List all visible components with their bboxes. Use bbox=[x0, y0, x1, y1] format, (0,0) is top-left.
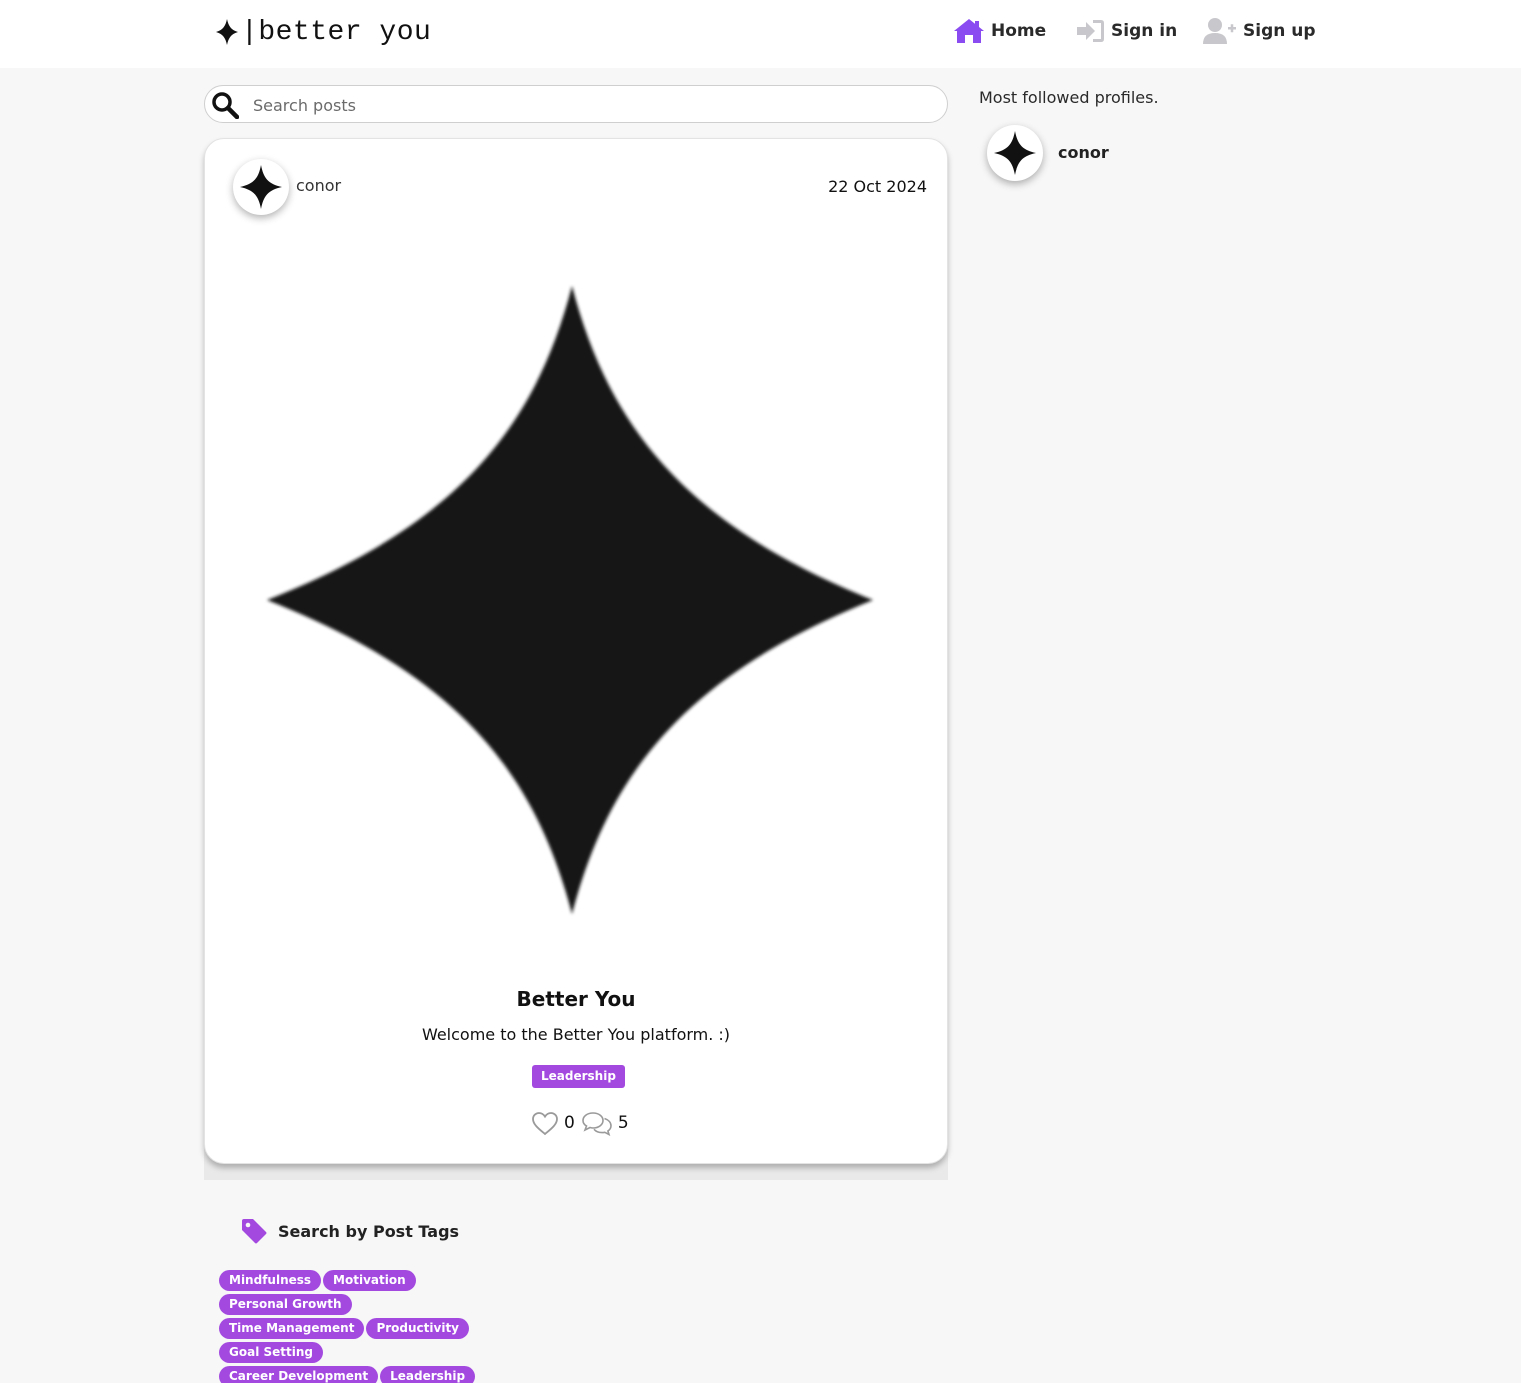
tag-pill[interactable]: Time Management bbox=[219, 1318, 365, 1339]
logo-text: better you bbox=[258, 16, 432, 48]
comments-icon[interactable] bbox=[581, 1110, 613, 1136]
tag-pill[interactable]: Career Development bbox=[219, 1366, 379, 1383]
tag-row: Goal Setting bbox=[219, 1342, 479, 1366]
post-tag-badge[interactable]: Leadership bbox=[532, 1065, 625, 1088]
brand-logo[interactable]: | better you bbox=[215, 14, 431, 50]
tags-heading-label: Search by Post Tags bbox=[278, 1221, 460, 1241]
search-bar bbox=[204, 85, 948, 123]
sparkle-icon bbox=[994, 131, 1036, 175]
search-input[interactable] bbox=[253, 92, 933, 118]
post-title: Better You bbox=[516, 987, 636, 1011]
tag-icon bbox=[242, 1219, 267, 1244]
search-icon[interactable] bbox=[211, 91, 239, 119]
tag-pill[interactable]: Personal Growth bbox=[219, 1294, 352, 1315]
nav-signin-label: Sign in bbox=[1111, 21, 1178, 41]
sign-in-icon bbox=[1077, 20, 1104, 42]
nav-home-label: Home bbox=[991, 21, 1047, 41]
comment-count: 5 bbox=[617, 1113, 629, 1133]
tag-pill[interactable]: Productivity bbox=[366, 1318, 469, 1339]
post-date: 22 Oct 2024 bbox=[828, 177, 927, 196]
tag-list: Mindfulness Motivation Personal Growth T… bbox=[219, 1270, 479, 1383]
top-navbar: | better you Home Sign in Sign up bbox=[0, 0, 1521, 68]
tag-row: Mindfulness Motivation bbox=[219, 1270, 479, 1294]
post-card[interactable]: conor 22 Oct 2024 Better You Welcome to … bbox=[204, 138, 948, 1164]
sparkle-icon bbox=[240, 165, 282, 209]
tag-pill[interactable]: Leadership bbox=[380, 1366, 476, 1383]
tag-row: Career Development Leadership bbox=[219, 1366, 479, 1383]
logo-divider: | bbox=[241, 16, 259, 48]
most-followed-heading: Most followed profiles. bbox=[979, 88, 1159, 107]
tag-pill[interactable]: Goal Setting bbox=[219, 1342, 323, 1363]
like-count: 0 bbox=[564, 1113, 575, 1133]
tag-pill[interactable]: Mindfulness bbox=[219, 1270, 322, 1291]
sparkle-icon bbox=[216, 19, 238, 45]
profile-name[interactable]: conor bbox=[1058, 143, 1109, 162]
post-body: Welcome to the Better You platform. :) bbox=[421, 1025, 731, 1044]
tag-row: Time Management Productivity bbox=[219, 1318, 479, 1342]
user-plus-icon bbox=[1203, 18, 1236, 44]
profile-avatar[interactable] bbox=[987, 125, 1043, 181]
post-author-avatar[interactable] bbox=[233, 159, 289, 215]
home-icon bbox=[954, 19, 984, 43]
heart-icon[interactable] bbox=[531, 1111, 559, 1136]
post-image[interactable] bbox=[263, 284, 877, 918]
post-stats: 0 5 bbox=[531, 1109, 635, 1137]
nav-signup-link[interactable]: Sign up bbox=[1203, 16, 1316, 46]
post-author-name[interactable]: conor bbox=[296, 176, 341, 195]
nav-signup-label: Sign up bbox=[1243, 21, 1316, 41]
tag-pill[interactable]: Motivation bbox=[323, 1270, 416, 1291]
tag-row: Personal Growth bbox=[219, 1294, 479, 1318]
nav-signin-link[interactable]: Sign in bbox=[1076, 16, 1177, 46]
tags-heading: Search by Post Tags bbox=[240, 1216, 459, 1246]
nav-home-link[interactable]: Home bbox=[953, 16, 1046, 46]
